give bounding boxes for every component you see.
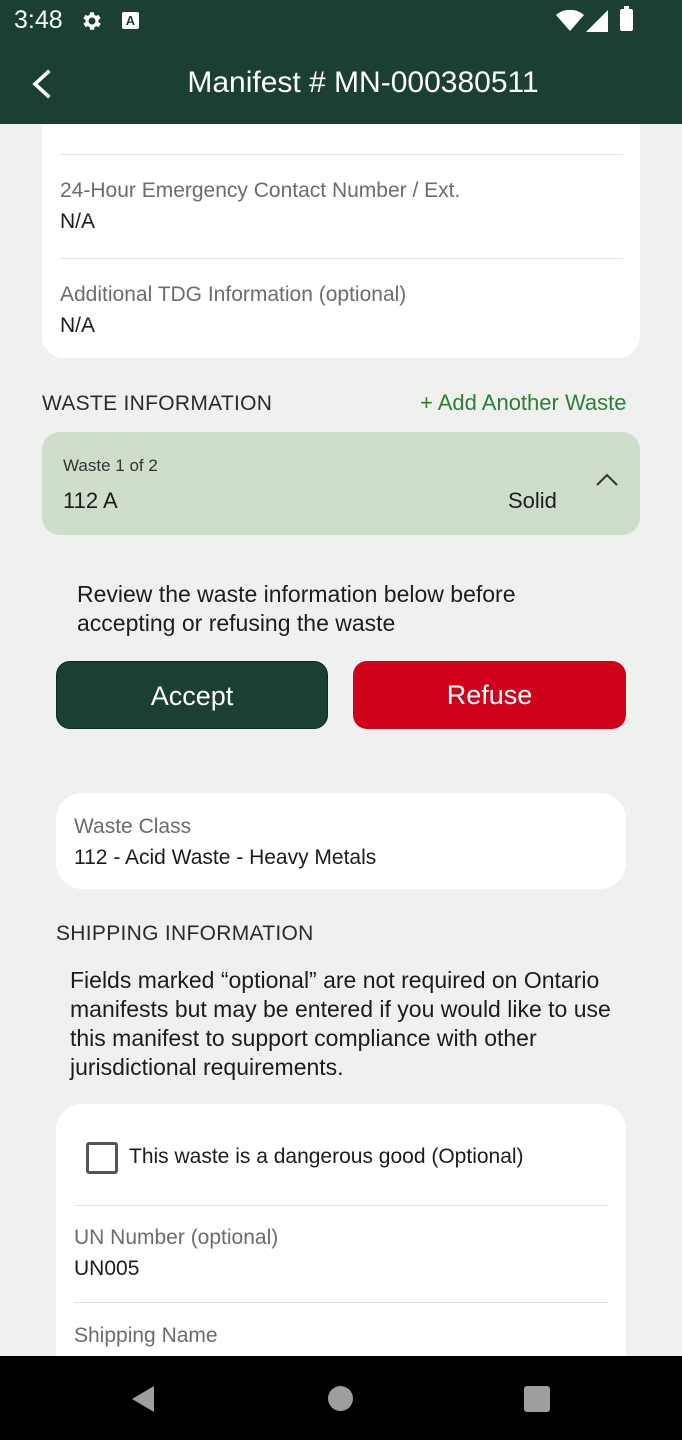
dangerous-good-checkbox[interactable] <box>86 1142 118 1174</box>
waste-class-label: Waste Class <box>74 815 192 838</box>
scroll-content[interactable]: 24-Hour Emergency Contact Number / Ext. … <box>0 124 682 1356</box>
tdg-info-value: N/A <box>60 314 96 337</box>
battery-icon <box>620 6 633 31</box>
shipping-card: This waste is a dangerous good (Optional… <box>56 1104 626 1356</box>
un-number-label: UN Number (optional) <box>74 1226 279 1249</box>
wifi-icon <box>556 10 584 31</box>
divider <box>74 1205 609 1206</box>
review-instructions: Review the waste information below befor… <box>77 581 516 636</box>
signal-icon <box>586 10 608 32</box>
shipping-name-label: Shipping Name <box>74 1324 218 1347</box>
accept-button[interactable]: Accept <box>56 661 328 729</box>
divider <box>74 1302 609 1303</box>
waste-class-value: 112 - Acid Waste - Heavy Metals <box>74 846 377 869</box>
emergency-contact-value: N/A <box>60 210 96 233</box>
un-number-value[interactable]: UN005 <box>74 1257 139 1281</box>
refuse-button[interactable]: Refuse <box>353 661 626 729</box>
divider <box>60 154 623 155</box>
waste-count: Waste 1 of 2 <box>63 456 158 475</box>
system-nav-bar <box>0 1356 682 1440</box>
a-badge-icon: A <box>122 12 139 29</box>
waste-class-card: Waste Class 112 - Acid Waste - Heavy Met… <box>56 793 626 889</box>
emergency-contact-label: 24-Hour Emergency Contact Number / Ext. <box>60 179 461 202</box>
chevron-up-icon[interactable] <box>595 472 619 488</box>
status-bar: 3:48 A <box>0 0 682 44</box>
status-time: 3:48 <box>14 6 63 34</box>
waste-information-title: WASTE INFORMATION <box>42 392 273 415</box>
waste-state: Solid <box>508 488 557 513</box>
optional-fields-notice: Fields marked “optional” are not require… <box>70 967 611 1080</box>
waste-accordion-header[interactable]: Waste 1 of 2 112 A Solid <box>42 432 640 535</box>
nav-recents-icon[interactable] <box>524 1386 550 1412</box>
gear-icon <box>83 12 101 30</box>
nav-home-icon[interactable] <box>328 1386 353 1411</box>
nav-back-icon[interactable] <box>130 1385 156 1413</box>
divider <box>60 258 623 259</box>
dangerous-good-label[interactable]: This waste is a dangerous good (Optional… <box>129 1145 524 1169</box>
shipping-information-title: SHIPPING INFORMATION <box>56 922 314 945</box>
contact-card: 24-Hour Emergency Contact Number / Ext. … <box>42 124 640 358</box>
app-bar: Manifest # MN-000380511 <box>0 44 682 124</box>
tdg-info-label: Additional TDG Information (optional) <box>60 283 407 306</box>
waste-code: 112 A <box>63 488 118 513</box>
page-title: Manifest # MN-000380511 <box>187 66 539 99</box>
add-another-waste-button[interactable]: + Add Another Waste <box>420 390 627 416</box>
